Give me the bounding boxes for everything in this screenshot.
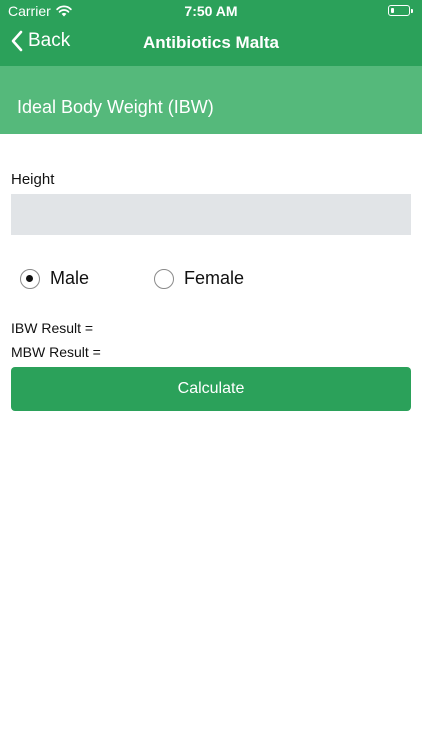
battery-level: [390, 7, 394, 13]
radio-female-indicator[interactable]: [154, 268, 174, 289]
section-header: Ideal Body Weight (IBW): [0, 66, 422, 134]
calculate-button[interactable]: Calculate: [11, 367, 411, 411]
mbw-result: MBW Result =: [11, 344, 101, 360]
ibw-result: IBW Result =: [11, 320, 94, 336]
section-title: Ideal Body Weight (IBW): [17, 97, 214, 117]
radio-male-indicator[interactable]: [20, 268, 40, 289]
status-bar: Carrier 7:50 AM: [0, 0, 422, 22]
status-time: 7:50 AM: [184, 3, 238, 19]
battery-nub: [411, 8, 413, 13]
height-label: Height: [11, 171, 55, 188]
height-input[interactable]: [11, 194, 411, 235]
radio-male[interactable]: Male: [20, 268, 89, 289]
battery-icon: [388, 5, 413, 16]
radio-female-label: Female: [184, 268, 245, 288]
navigation-bar: Back Antibiotics Malta: [0, 22, 422, 66]
radio-male-label: Male: [50, 268, 90, 288]
radio-female[interactable]: Female: [154, 268, 244, 289]
top-bar: Carrier 7:50 AM Back Antibiotics Malta: [0, 0, 422, 66]
nav-title: Antibiotics Malta: [142, 33, 279, 52]
